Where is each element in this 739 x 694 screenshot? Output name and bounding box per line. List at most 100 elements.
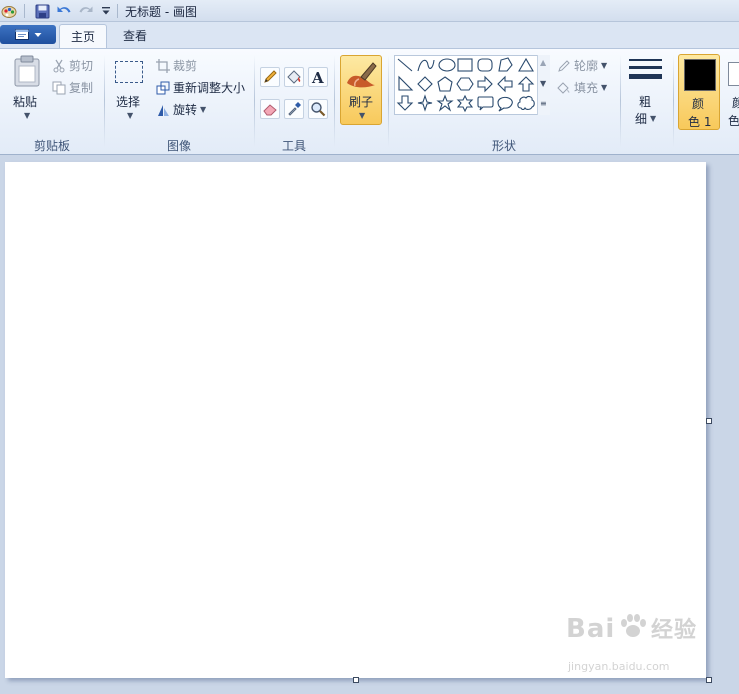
color1-label-line2: 色 1 <box>688 115 712 129</box>
eraser-icon <box>263 104 277 116</box>
pentagon-shape-icon <box>437 76 453 92</box>
fill-label: 填充 <box>574 81 599 95</box>
crop-button[interactable]: 裁剪 <box>156 57 197 74</box>
redo-icon[interactable] <box>78 3 94 19</box>
clipboard-icon <box>14 55 40 87</box>
cut-button[interactable]: 剪切 <box>52 57 93 74</box>
color1-label-line1: 颜 <box>692 97 705 111</box>
gallery-expand-icon[interactable]: ≡ <box>540 99 547 108</box>
app-menu-button[interactable] <box>0 25 56 44</box>
five-point-star-shape-icon <box>436 94 454 112</box>
brushes-dropdown-icon: ▼ <box>359 111 366 120</box>
canvas-resize-handle-right[interactable] <box>706 418 712 424</box>
thin-line-icon <box>629 59 662 61</box>
resize-icon <box>156 81 170 94</box>
crop-icon <box>156 58 170 73</box>
oval-shape-icon <box>438 58 456 72</box>
color2-button[interactable]: 颜 色 <box>724 54 739 130</box>
shapes-gallery[interactable] <box>394 55 550 115</box>
cloud-callout-shape-icon <box>517 95 535 111</box>
fill-dropdown-icon: ▼ <box>601 83 608 92</box>
tab-home[interactable]: 主页 <box>59 24 108 49</box>
brushes-button[interactable]: 刷子 ▼ <box>340 55 382 125</box>
outline-dropdown-icon: ▼ <box>601 61 608 70</box>
selection-icon <box>115 61 143 83</box>
copy-label: 复制 <box>69 81 94 95</box>
color2-label-line1: 颜 <box>732 94 739 111</box>
rotate-button[interactable]: 旋转 ▼ <box>156 101 206 118</box>
brush-icon <box>347 62 377 88</box>
left-arrow-shape-icon <box>497 75 513 93</box>
text-a-icon: A <box>311 69 324 85</box>
fill-tool[interactable] <box>284 67 304 87</box>
paint-bucket-icon <box>287 70 301 84</box>
undo-icon[interactable] <box>56 3 72 19</box>
polygon-shape-icon <box>498 57 513 72</box>
color1-button[interactable]: 颜 色 1 <box>678 54 720 130</box>
fill-button[interactable]: 填充 ▼ <box>557 79 607 96</box>
size-button[interactable]: 粗 细 ▼ <box>626 53 666 127</box>
fill-bucket-icon <box>557 81 570 94</box>
quick-access-separator <box>24 4 25 18</box>
size-label-line2: 细 <box>635 112 648 126</box>
paint-app-icon[interactable] <box>1 3 17 19</box>
oval-callout-shape-icon <box>497 96 513 112</box>
chevron-down-icon <box>34 32 41 37</box>
medium-line-icon <box>629 66 662 69</box>
group-separator <box>254 55 255 147</box>
rounded-callout-shape-icon <box>477 96 494 111</box>
select-label: 选择 <box>116 95 141 109</box>
gallery-scroll-up-icon[interactable]: ▲ <box>540 58 546 67</box>
group-separator <box>388 55 389 147</box>
title-bar: 无标题 - 画图 <box>0 0 739 22</box>
image-group-label: 图像 <box>166 139 191 153</box>
copy-icon <box>52 81 66 94</box>
diamond-shape-icon <box>417 76 433 92</box>
select-dropdown-icon: ▼ <box>127 111 134 120</box>
brushes-label: 刷子 <box>349 95 374 109</box>
six-point-star-shape-icon <box>456 94 474 113</box>
group-separator <box>104 55 105 147</box>
rectangle-shape-icon <box>457 58 473 72</box>
tools-group-label: 工具 <box>281 139 306 153</box>
gallery-scroll-down-icon[interactable]: ▼ <box>540 79 546 88</box>
right-arrow-shape-icon <box>477 75 493 93</box>
color2-swatch <box>728 62 739 86</box>
resize-button[interactable]: 重新调整大小 <box>156 79 245 96</box>
save-icon[interactable] <box>34 3 50 19</box>
paste-dropdown-icon: ▼ <box>24 111 31 120</box>
right-triangle-shape-icon <box>398 75 414 91</box>
rounded-rectangle-shape-icon <box>477 58 493 72</box>
eyedropper-icon <box>288 102 301 116</box>
clipboard-group-label: 剪贴板 <box>33 139 70 153</box>
canvas-resize-handle-corner[interactable] <box>706 677 712 683</box>
select-button[interactable]: 选择 ▼ <box>112 53 148 127</box>
tab-view[interactable]: 查看 <box>112 24 158 48</box>
size-dropdown-icon: ▼ <box>650 114 657 123</box>
copy-button[interactable]: 复制 <box>52 79 93 96</box>
down-arrow-shape-icon <box>396 95 414 111</box>
pencil-tool[interactable] <box>260 67 280 87</box>
pencil-icon <box>264 70 277 83</box>
paste-button[interactable]: 粘贴 ▼ <box>8 53 46 127</box>
ribbon: 粘贴 ▼ 剪切 复制 剪贴板 选择 ▼ 裁剪 重新调整大小 旋转 ▼ 图像 A <box>0 48 739 155</box>
eraser-tool[interactable] <box>260 99 280 119</box>
text-tool[interactable]: A <box>308 67 328 87</box>
hexagon-shape-icon <box>456 77 474 91</box>
shapes-gallery-scrollbar[interactable]: ▲ ▼ ≡ <box>537 55 550 115</box>
outline-button[interactable]: 轮廓 ▼ <box>557 57 607 74</box>
cut-label: 剪切 <box>69 59 94 73</box>
shapes-group-label: 形状 <box>491 139 516 153</box>
magnifier-tool[interactable] <box>308 99 328 119</box>
app-menu-icon <box>14 29 29 40</box>
canvas-resize-handle-bottom[interactable] <box>353 677 359 683</box>
color-picker-tool[interactable] <box>284 99 304 119</box>
window-title: 无标题 - 画图 <box>125 5 197 19</box>
rotate-label: 旋转 <box>173 103 198 117</box>
shapes-grid <box>396 57 535 113</box>
magnifier-icon <box>311 102 326 117</box>
drawing-canvas[interactable] <box>5 162 706 678</box>
triangle-shape-icon <box>518 57 534 72</box>
rotate-dropdown-icon: ▼ <box>200 105 207 114</box>
customize-quick-access-icon[interactable] <box>98 3 114 19</box>
